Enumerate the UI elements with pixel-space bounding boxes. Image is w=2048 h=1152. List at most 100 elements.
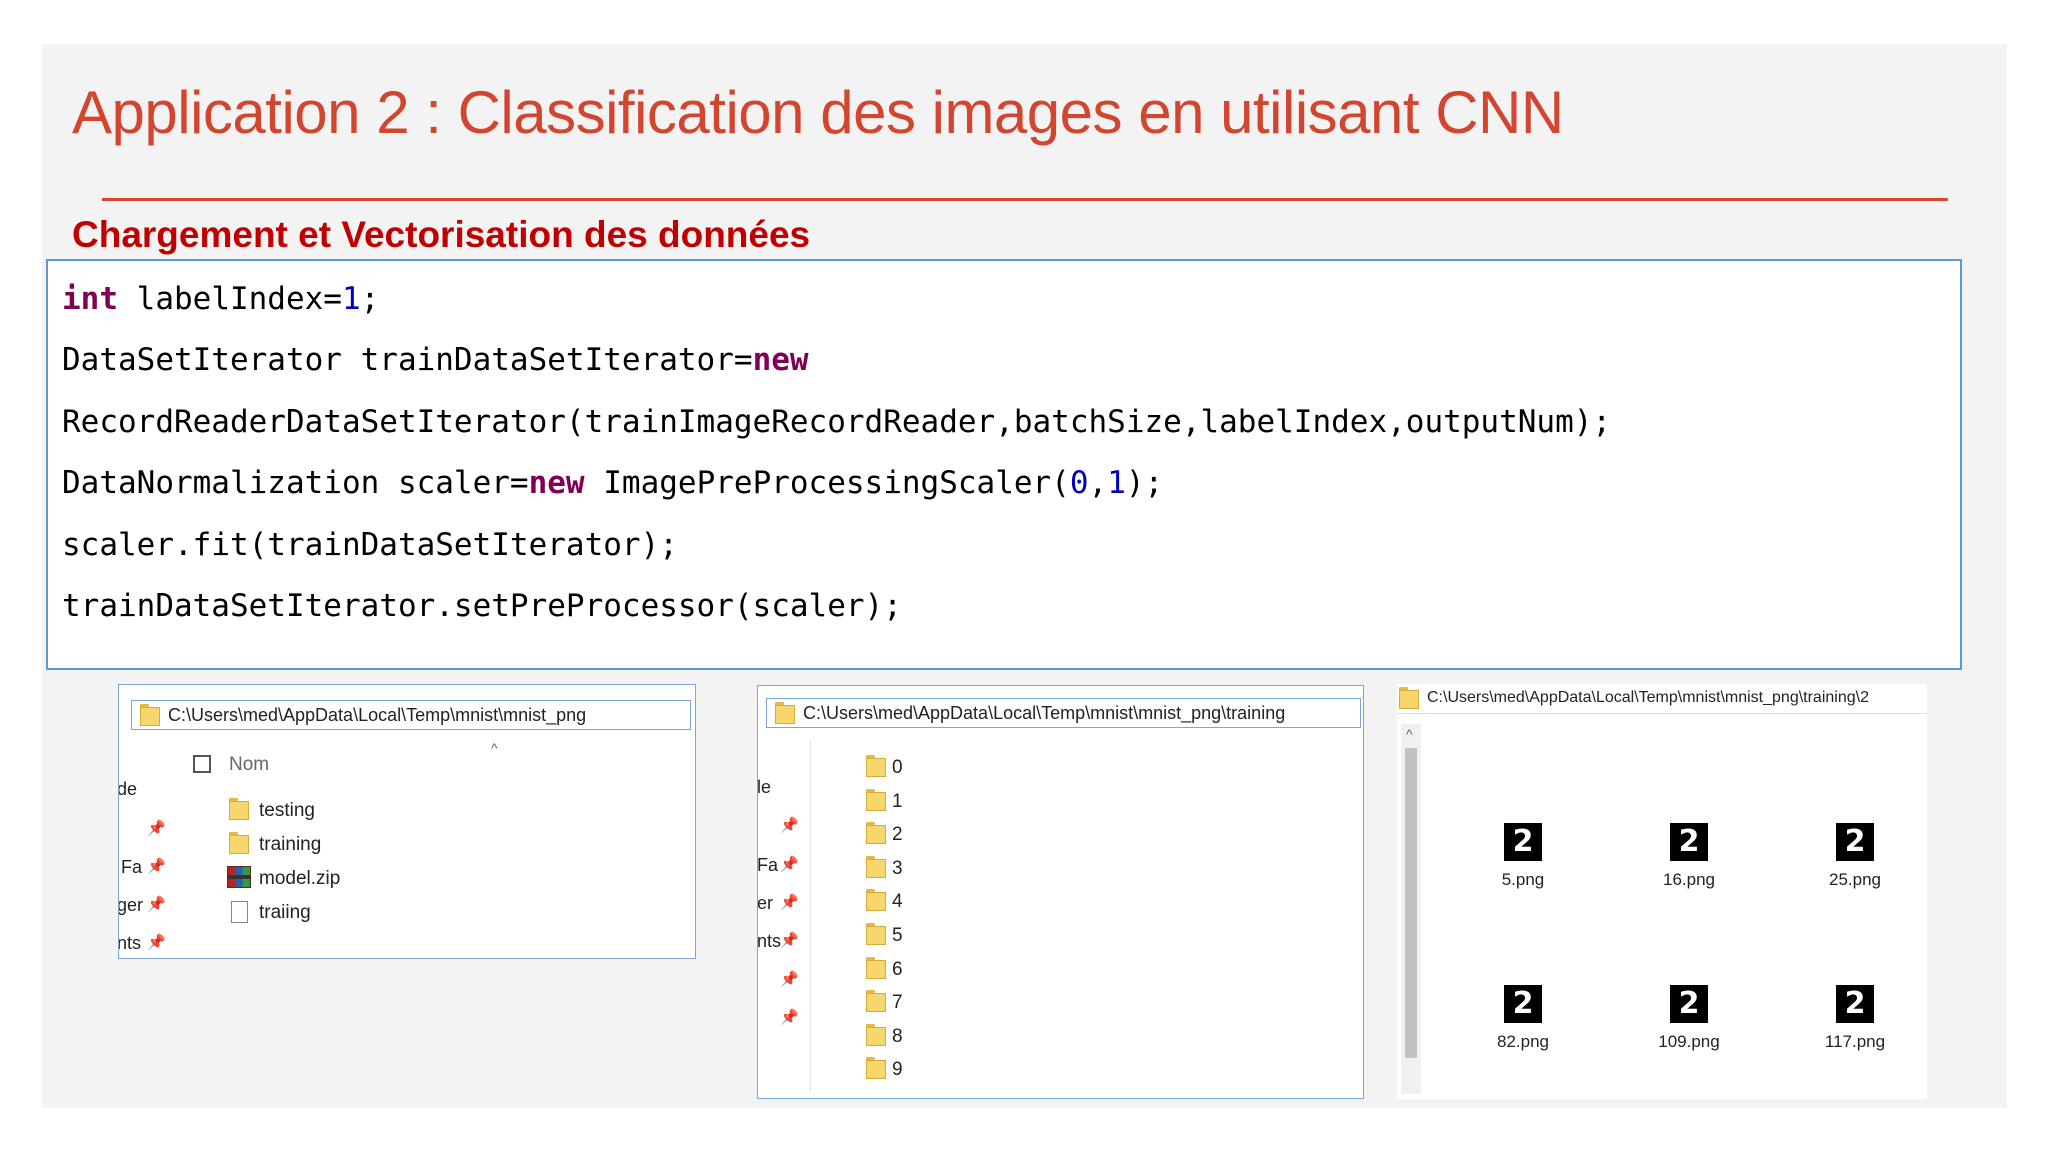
pin-icon[interactable]: 📌 — [780, 970, 799, 988]
nav-pane-label[interactable]: Fa — [121, 857, 142, 878]
scroll-up-icon[interactable]: ^ — [1406, 726, 1413, 742]
scrollbar[interactable]: ^ — [1401, 724, 1421, 1094]
code-text: labelIndex= — [118, 281, 342, 317]
folder-icon — [866, 923, 886, 945]
folder-icon — [866, 1024, 886, 1046]
folder-name: 2 — [892, 824, 903, 845]
code-line-4: DataNormalization scaler=new ImagePrePro… — [62, 465, 1163, 501]
address-bar[interactable]: C:\Users\med\AppData\Local\Temp\mnist\mn… — [766, 698, 1361, 728]
folder-icon — [775, 702, 795, 724]
folder-icon — [866, 889, 886, 911]
nav-pane-label[interactable]: Fa — [758, 855, 778, 876]
explorer-window-training-2: C:\Users\med\AppData\Local\Temp\mnist\mn… — [1397, 684, 1927, 1099]
code-number: 1 — [1107, 465, 1126, 501]
image-file-name: 5.png — [1501, 870, 1545, 889]
code-line-3: RecordReaderDataSetIterator(trainImageRe… — [62, 404, 1611, 440]
image-file-name: 82.png — [1497, 1032, 1549, 1051]
code-text: ); — [1125, 465, 1164, 501]
code-text: scaler.fit(trainDataSetIterator); — [62, 527, 678, 563]
code-text: , — [1088, 465, 1108, 501]
file-name: training — [259, 834, 322, 855]
image-file-name: 25.png — [1829, 870, 1881, 889]
file-name: model.zip — [259, 868, 341, 889]
explorer-window-mnist-png: C:\Users\med\AppData\Local\Temp\mnist\mn… — [118, 684, 696, 959]
column-header-name[interactable]: Nom — [229, 754, 269, 776]
explorer-window-training: C:\Users\med\AppData\Local\Temp\mnist\mn… — [757, 685, 1364, 1099]
image-file-name: 117.png — [1824, 1032, 1886, 1051]
folder-icon — [866, 755, 886, 777]
nav-pane-label[interactable]: le — [758, 777, 771, 798]
zip-archive-icon — [227, 866, 251, 888]
code-text: ImagePreProcessingScaler( — [584, 465, 1070, 501]
pin-icon[interactable]: 📌 — [780, 931, 799, 949]
code-text: RecordReaderDataSetIterator(trainImageRe… — [62, 404, 1612, 440]
title-divider — [102, 198, 1948, 201]
folder-icon — [229, 832, 249, 854]
folder-name: 8 — [892, 1026, 903, 1047]
code-text: DataNormalization scaler= — [62, 465, 529, 501]
folder-name: 0 — [892, 757, 903, 778]
keyword-new: new — [528, 465, 585, 501]
pin-icon[interactable]: 📌 — [780, 1008, 799, 1026]
scrollbar-thumb[interactable] — [1405, 748, 1417, 1058]
image-file-name: 16.png — [1663, 870, 1715, 889]
slide-title: Application 2 : Classification des image… — [72, 79, 1564, 146]
pin-icon[interactable]: 📌 — [147, 819, 166, 837]
folder-icon — [866, 1057, 886, 1079]
select-all-checkbox[interactable] — [193, 755, 211, 773]
nav-pane-label[interactable]: ger — [119, 895, 143, 916]
file-icon — [231, 901, 248, 923]
pin-icon[interactable]: 📌 — [147, 857, 166, 875]
code-number: 0 — [1069, 465, 1089, 501]
folder-name: 6 — [892, 959, 903, 980]
code-text: trainDataSetIterator.setPreProcessor(sca… — [62, 588, 902, 624]
pin-icon[interactable]: 📌 — [780, 855, 799, 873]
address-path: C:\Users\med\AppData\Local\Temp\mnist\mn… — [1427, 689, 1869, 706]
code-number: 1 — [341, 281, 361, 317]
code-block: int labelIndex=1; DataSetIterator trainD… — [46, 259, 1962, 670]
pin-icon[interactable]: 📌 — [780, 816, 799, 834]
folder-icon — [140, 704, 160, 726]
folder-name: 3 — [892, 858, 903, 879]
folder-icon — [866, 789, 886, 811]
folder-icon — [1399, 687, 1419, 709]
keyword-int: int — [62, 281, 118, 317]
sort-up-icon[interactable]: ^ — [491, 740, 498, 756]
folder-icon — [866, 990, 886, 1012]
folder-name: 4 — [892, 891, 903, 912]
digit-image-thumbnail: 2 — [1836, 985, 1874, 1023]
folder-name: 9 — [892, 1059, 903, 1080]
code-line-5: scaler.fit(trainDataSetIterator); — [62, 527, 678, 563]
code-line-2: DataSetIterator trainDataSetIterator=new — [62, 342, 809, 378]
code-text: DataSetIterator trainDataSetIterator= — [62, 342, 753, 378]
address-path: C:\Users\med\AppData\Local\Temp\mnist\mn… — [168, 705, 587, 725]
folder-icon — [866, 822, 886, 844]
nav-pane-label[interactable]: nts — [758, 931, 781, 952]
code-text: ; — [360, 281, 380, 317]
code-line-6: trainDataSetIterator.setPreProcessor(sca… — [62, 588, 902, 624]
folder-name: 5 — [892, 925, 903, 946]
folder-name: 1 — [892, 791, 903, 812]
image-file-name: 109.png — [1658, 1032, 1720, 1051]
section-subtitle: Chargement et Vectorisation des données — [72, 214, 811, 255]
code-line-1: int labelIndex=1; — [62, 281, 379, 317]
folder-name: 7 — [892, 992, 903, 1013]
digit-image-thumbnail: 2 — [1670, 985, 1708, 1023]
keyword-new: new — [752, 342, 809, 378]
address-bar[interactable]: C:\Users\med\AppData\Local\Temp\mnist\mn… — [131, 700, 691, 730]
digit-image-thumbnail: 2 — [1836, 823, 1874, 861]
digit-image-thumbnail: 2 — [1504, 823, 1542, 861]
nav-pane-label[interactable]: nts — [119, 933, 141, 954]
pin-icon[interactable]: 📌 — [147, 933, 166, 951]
folder-icon — [229, 798, 249, 820]
digit-image-thumbnail: 2 — [1670, 823, 1708, 861]
pin-icon[interactable]: 📌 — [147, 895, 166, 913]
address-bar[interactable]: C:\Users\med\AppData\Local\Temp\mnist\mn… — [1397, 684, 1927, 714]
file-name: testing — [259, 800, 315, 821]
pin-icon[interactable]: 📌 — [780, 893, 799, 911]
folder-icon — [866, 856, 886, 878]
nav-pane-label[interactable]: er — [758, 893, 773, 914]
folder-icon — [866, 957, 886, 979]
nav-pane-label[interactable]: de — [119, 779, 137, 800]
digit-image-thumbnail: 2 — [1504, 985, 1542, 1023]
